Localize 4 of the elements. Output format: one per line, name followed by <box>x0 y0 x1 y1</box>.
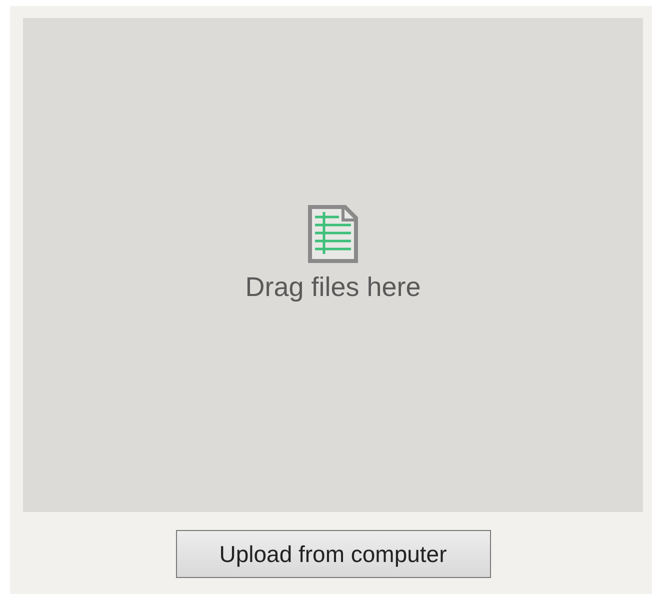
drop-zone[interactable]: Drag files here <box>23 18 643 512</box>
drop-zone-label: Drag files here <box>245 272 421 302</box>
upload-button[interactable]: Upload from computer <box>176 530 490 578</box>
document-icon <box>307 204 359 264</box>
